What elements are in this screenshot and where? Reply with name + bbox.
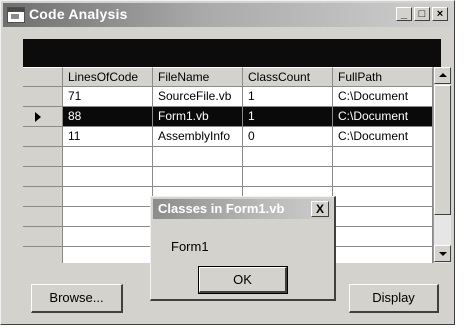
empty-cell[interactable]	[333, 207, 433, 227]
table-cell[interactable]: 88	[63, 107, 153, 127]
table-row[interactable]: 11 AssemblyInfo 0 C:\Document	[23, 127, 433, 147]
table-cell[interactable]: 1	[243, 107, 333, 127]
empty-cell[interactable]	[333, 247, 433, 263]
empty-cell[interactable]	[243, 167, 333, 187]
arrow-up-icon	[439, 73, 447, 77]
scroll-thumb[interactable]	[434, 85, 451, 215]
classes-dialog: Classes in Form1.vb X Form1 OK	[150, 196, 336, 301]
column-header[interactable]: LinesOfCode	[63, 67, 153, 87]
table-cell[interactable]: 1	[243, 87, 333, 107]
grid-corner-cell	[23, 67, 63, 87]
grid-caption-band	[23, 39, 441, 67]
table-cell[interactable]: Form1.vb	[153, 107, 243, 127]
empty-row[interactable]	[23, 147, 433, 167]
table-cell[interactable]: C:\Document	[333, 127, 433, 147]
empty-cell[interactable]	[333, 167, 433, 187]
table-row-selected[interactable]: 88 Form1.vb 1 C:\Document	[23, 107, 433, 127]
empty-cell[interactable]	[333, 147, 433, 167]
dialog-title: Classes in Form1.vb	[158, 201, 285, 216]
column-header[interactable]: FullPath	[333, 67, 433, 87]
grid-header-row: LinesOfCode FileName ClassCount FullPath	[23, 67, 433, 87]
empty-cell[interactable]	[153, 167, 243, 187]
window-title: Code Analysis	[29, 6, 128, 22]
dialog-close-button[interactable]: X	[311, 201, 329, 217]
scroll-up-button[interactable]	[434, 67, 451, 84]
row-header	[23, 147, 63, 167]
table-cell[interactable]: 0	[243, 127, 333, 147]
table-cell[interactable]: SourceFile.vb	[153, 87, 243, 107]
table-cell[interactable]: 71	[63, 87, 153, 107]
scroll-down-button[interactable]	[434, 245, 451, 262]
empty-cell[interactable]	[63, 187, 153, 207]
row-header[interactable]	[23, 127, 63, 147]
current-row-arrow-icon	[35, 112, 41, 122]
row-header	[23, 247, 63, 263]
display-button[interactable]: Display	[349, 284, 439, 313]
table-row[interactable]: 71 SourceFile.vb 1 C:\Document	[23, 87, 433, 107]
app-icon	[7, 7, 25, 23]
browse-button[interactable]: Browse...	[31, 284, 123, 313]
row-header[interactable]	[23, 107, 63, 127]
empty-cell[interactable]	[63, 207, 153, 227]
ok-button[interactable]: OK	[198, 266, 288, 294]
dialog-message: Form1	[171, 239, 209, 254]
row-header	[23, 207, 63, 227]
vertical-scrollbar[interactable]	[433, 67, 451, 263]
row-header	[23, 227, 63, 247]
empty-cell[interactable]	[333, 227, 433, 247]
maximize-button[interactable]: □	[414, 7, 430, 21]
column-header[interactable]: FileName	[153, 67, 243, 87]
empty-cell[interactable]	[153, 147, 243, 167]
table-cell[interactable]: 11	[63, 127, 153, 147]
column-header[interactable]: ClassCount	[243, 67, 333, 87]
empty-cell[interactable]	[63, 167, 153, 187]
empty-row[interactable]	[23, 167, 433, 187]
empty-cell[interactable]	[63, 227, 153, 247]
title-bar[interactable]: Code Analysis _ □ ×	[3, 3, 452, 27]
row-header	[23, 187, 63, 207]
minimize-button[interactable]: _	[396, 7, 412, 21]
arrow-down-icon	[439, 252, 447, 256]
empty-cell[interactable]	[63, 247, 153, 263]
dialog-title-bar[interactable]: Classes in Form1.vb X	[153, 199, 332, 219]
table-cell[interactable]: C:\Document	[333, 107, 433, 127]
close-button[interactable]: ×	[432, 7, 448, 21]
row-header	[23, 167, 63, 187]
empty-cell[interactable]	[333, 187, 433, 207]
table-cell[interactable]: C:\Document	[333, 87, 433, 107]
row-header[interactable]	[23, 87, 63, 107]
table-cell[interactable]: AssemblyInfo	[153, 127, 243, 147]
empty-cell[interactable]	[63, 147, 153, 167]
empty-cell[interactable]	[243, 147, 333, 167]
